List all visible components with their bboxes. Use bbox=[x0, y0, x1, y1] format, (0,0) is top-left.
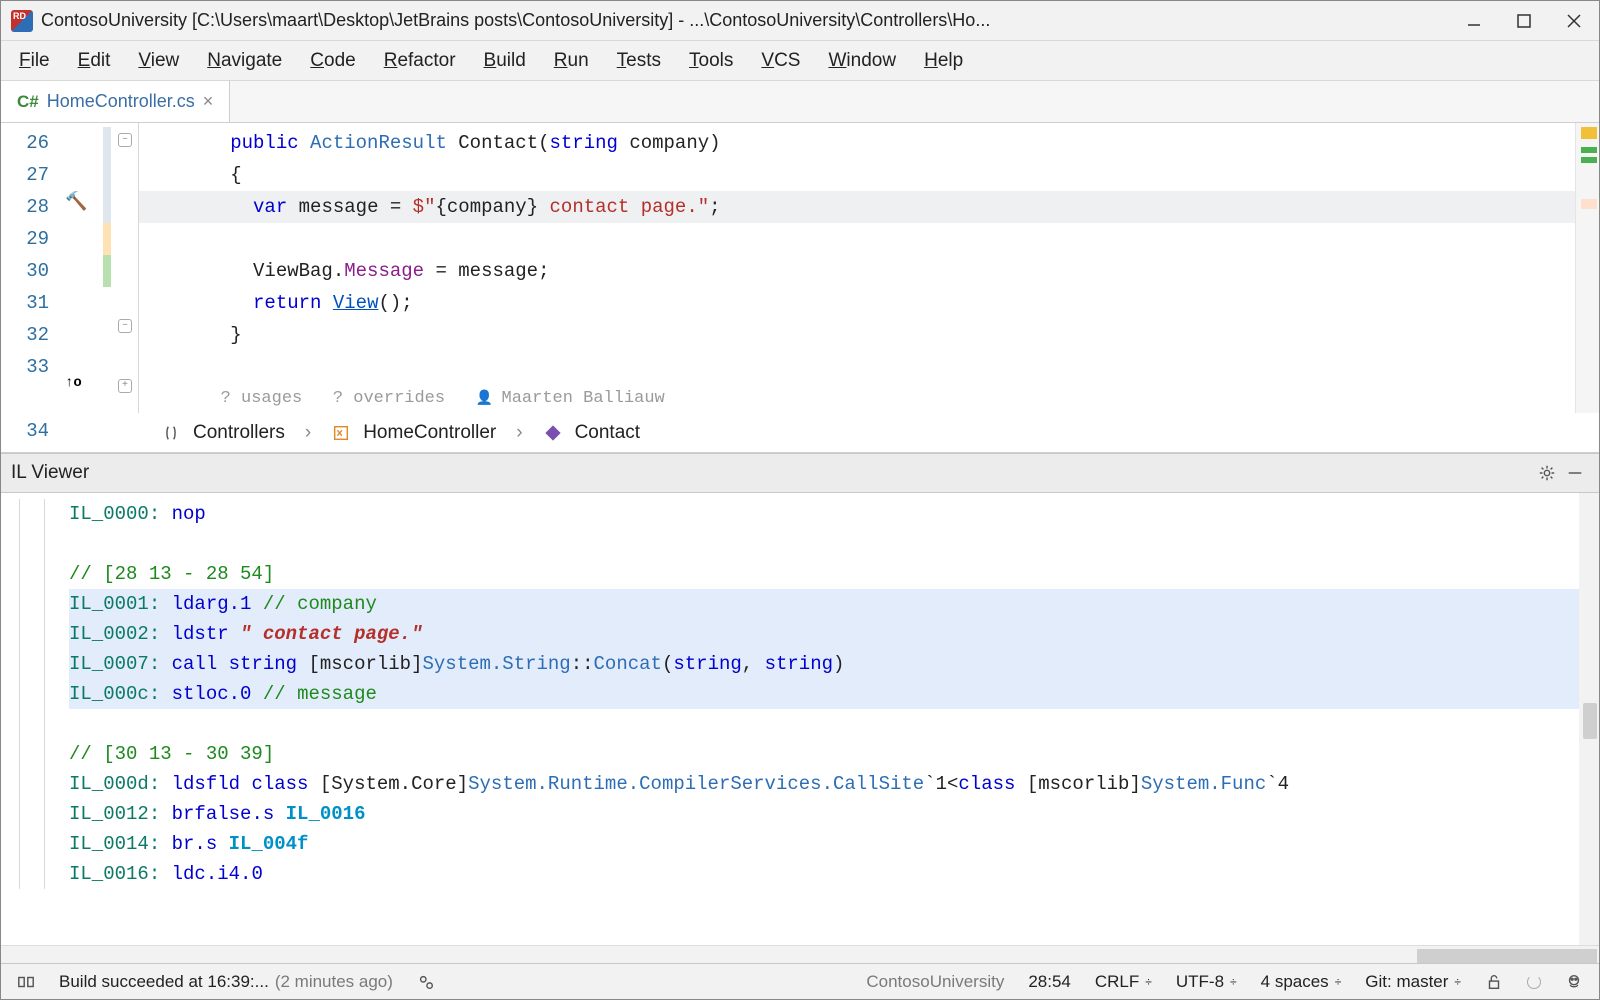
breadcrumb-item[interactable]: Contact bbox=[575, 422, 640, 444]
il-line[interactable]: IL_0002: ldstr " contact page." bbox=[69, 619, 1599, 649]
code-line[interactable]: public ActionResult Contact(string compa… bbox=[139, 127, 1575, 159]
code-line[interactable]: ViewBag.Message = message; bbox=[139, 255, 1575, 287]
menu-help[interactable]: Help bbox=[910, 46, 977, 76]
il-line[interactable]: // [28 13 - 28 54] bbox=[69, 559, 1599, 589]
close-button[interactable] bbox=[1549, 1, 1599, 41]
window-title: ContosoUniversity [C:\Users\maart\Deskto… bbox=[41, 10, 990, 31]
il-line[interactable]: IL_0012: brfalse.s IL_0016 bbox=[69, 799, 1599, 829]
chevron-right-icon: › bbox=[508, 422, 530, 444]
scrollbar-horizontal[interactable] bbox=[1, 945, 1599, 963]
app-icon bbox=[11, 10, 33, 32]
maximize-button[interactable] bbox=[1499, 1, 1549, 41]
il-line[interactable]: IL_000c: stloc.0 // message bbox=[69, 679, 1599, 709]
code-line[interactable] bbox=[139, 351, 1575, 383]
class-icon bbox=[331, 423, 351, 443]
code-line[interactable] bbox=[139, 223, 1575, 255]
menu-run[interactable]: Run bbox=[540, 46, 603, 76]
breadcrumb-item[interactable]: Controllers bbox=[193, 422, 285, 444]
il-line[interactable]: IL_0016: ldc.i4.0 bbox=[69, 859, 1599, 889]
editor-tabs: C# HomeController.cs × bbox=[1, 81, 1599, 123]
minimize-tool-icon[interactable] bbox=[1561, 459, 1589, 487]
fold-toggle[interactable]: – bbox=[118, 319, 132, 333]
file-type-icon: C# bbox=[17, 92, 39, 112]
code-line[interactable]: { bbox=[139, 159, 1575, 191]
menu-navigate[interactable]: Navigate bbox=[193, 46, 296, 76]
fold-column: – – + bbox=[115, 123, 139, 413]
build-status[interactable]: Build succeeded at 16:39:... (2 minutes … bbox=[51, 972, 401, 992]
il-line[interactable]: // [30 13 - 30 39] bbox=[69, 739, 1599, 769]
minimize-button[interactable] bbox=[1449, 1, 1499, 41]
fold-toggle[interactable]: + bbox=[118, 379, 132, 393]
indent-setting[interactable]: 4 spaces ÷ bbox=[1253, 972, 1350, 992]
line-separator[interactable]: CRLF ÷ bbox=[1087, 972, 1160, 992]
ok-marker[interactable] bbox=[1581, 157, 1597, 163]
change-markers bbox=[103, 123, 115, 413]
status-bar: Build succeeded at 16:39:... (2 minutes … bbox=[1, 963, 1599, 999]
git-branch[interactable]: Git: master ÷ bbox=[1357, 972, 1469, 992]
menu-build[interactable]: Build bbox=[470, 46, 540, 76]
titlebar: ContosoUniversity [C:\Users\maart\Deskto… bbox=[1, 1, 1599, 41]
code-area[interactable]: public ActionResult Contact(string compa… bbox=[139, 123, 1575, 413]
line-number-gutter: 2627282930313233 34 bbox=[1, 123, 59, 413]
breadcrumb: Controllers › HomeController › Contact bbox=[1, 413, 1599, 453]
soft-marker[interactable] bbox=[1581, 199, 1597, 209]
code-vision-hints[interactable]: ? usages ? overrides Maarten Balliauw bbox=[139, 383, 1575, 413]
il-line[interactable]: IL_000d: ldsfld class [System.Core]Syste… bbox=[69, 769, 1599, 799]
inspector-icon[interactable] bbox=[1557, 973, 1591, 991]
code-line[interactable]: return View(); bbox=[139, 287, 1575, 319]
file-encoding[interactable]: UTF-8 ÷ bbox=[1168, 972, 1245, 992]
menu-view[interactable]: View bbox=[124, 46, 193, 76]
menu-code[interactable]: Code bbox=[296, 46, 369, 76]
progress-icon[interactable] bbox=[1519, 975, 1549, 989]
namespace-icon bbox=[161, 423, 181, 443]
menu-tests[interactable]: Tests bbox=[603, 46, 675, 76]
status-indicator-icon[interactable] bbox=[9, 973, 43, 991]
il-viewer[interactable]: IL_0000: nop // [28 13 - 28 54]IL_0001: … bbox=[1, 493, 1599, 945]
override-icon[interactable]: ↑o bbox=[65, 375, 82, 391]
scrollbar-vertical[interactable] bbox=[1579, 493, 1599, 945]
code-line[interactable]: var message = $"{company} contact page."… bbox=[139, 191, 1575, 223]
tab-filename: HomeController.cs bbox=[47, 91, 195, 112]
build-settings-icon[interactable] bbox=[409, 973, 443, 991]
menu-refactor[interactable]: Refactor bbox=[370, 46, 470, 76]
caret-position[interactable]: 28:54 bbox=[1020, 972, 1079, 992]
gear-icon[interactable] bbox=[1533, 459, 1561, 487]
menu-vcs[interactable]: VCS bbox=[747, 46, 814, 76]
ok-marker[interactable] bbox=[1581, 147, 1597, 153]
il-line[interactable] bbox=[69, 709, 1599, 739]
hammer-icon[interactable]: 🔨 bbox=[65, 191, 87, 213]
il-line[interactable]: IL_0000: nop bbox=[69, 499, 1599, 529]
menu-file[interactable]: File bbox=[5, 46, 64, 76]
code-line[interactable]: } bbox=[139, 319, 1575, 351]
code-editor[interactable]: 2627282930313233 34 🔨 ↑o – – + public Ac… bbox=[1, 123, 1599, 413]
project-name[interactable]: ContosoUniversity bbox=[858, 972, 1012, 992]
method-icon bbox=[543, 423, 563, 443]
il-line[interactable]: IL_0001: ldarg.1 // company bbox=[69, 589, 1599, 619]
breadcrumb-item[interactable]: HomeController bbox=[363, 422, 496, 444]
menu-tools[interactable]: Tools bbox=[675, 46, 747, 76]
fold-toggle[interactable]: – bbox=[118, 133, 132, 147]
tool-window-header: IL Viewer bbox=[1, 453, 1599, 493]
chevron-right-icon: › bbox=[297, 422, 319, 444]
il-line[interactable]: IL_0007: call string [mscorlib]System.St… bbox=[69, 649, 1599, 679]
error-stripe[interactable] bbox=[1575, 123, 1599, 413]
il-line[interactable]: IL_0014: br.s IL_004f bbox=[69, 829, 1599, 859]
warning-marker[interactable] bbox=[1581, 127, 1597, 139]
menu-edit[interactable]: Edit bbox=[64, 46, 125, 76]
tool-window-title: IL Viewer bbox=[11, 462, 89, 484]
editor-tab[interactable]: C# HomeController.cs × bbox=[1, 81, 230, 122]
close-icon[interactable]: × bbox=[203, 91, 214, 112]
il-line[interactable] bbox=[69, 529, 1599, 559]
gutter-icons: 🔨 ↑o bbox=[59, 123, 103, 413]
window: ContosoUniversity [C:\Users\maart\Deskto… bbox=[0, 0, 1600, 1000]
menu-bar: FileEditViewNavigateCodeRefactorBuildRun… bbox=[1, 41, 1599, 81]
menu-window[interactable]: Window bbox=[814, 46, 910, 76]
lock-icon[interactable] bbox=[1477, 973, 1511, 991]
